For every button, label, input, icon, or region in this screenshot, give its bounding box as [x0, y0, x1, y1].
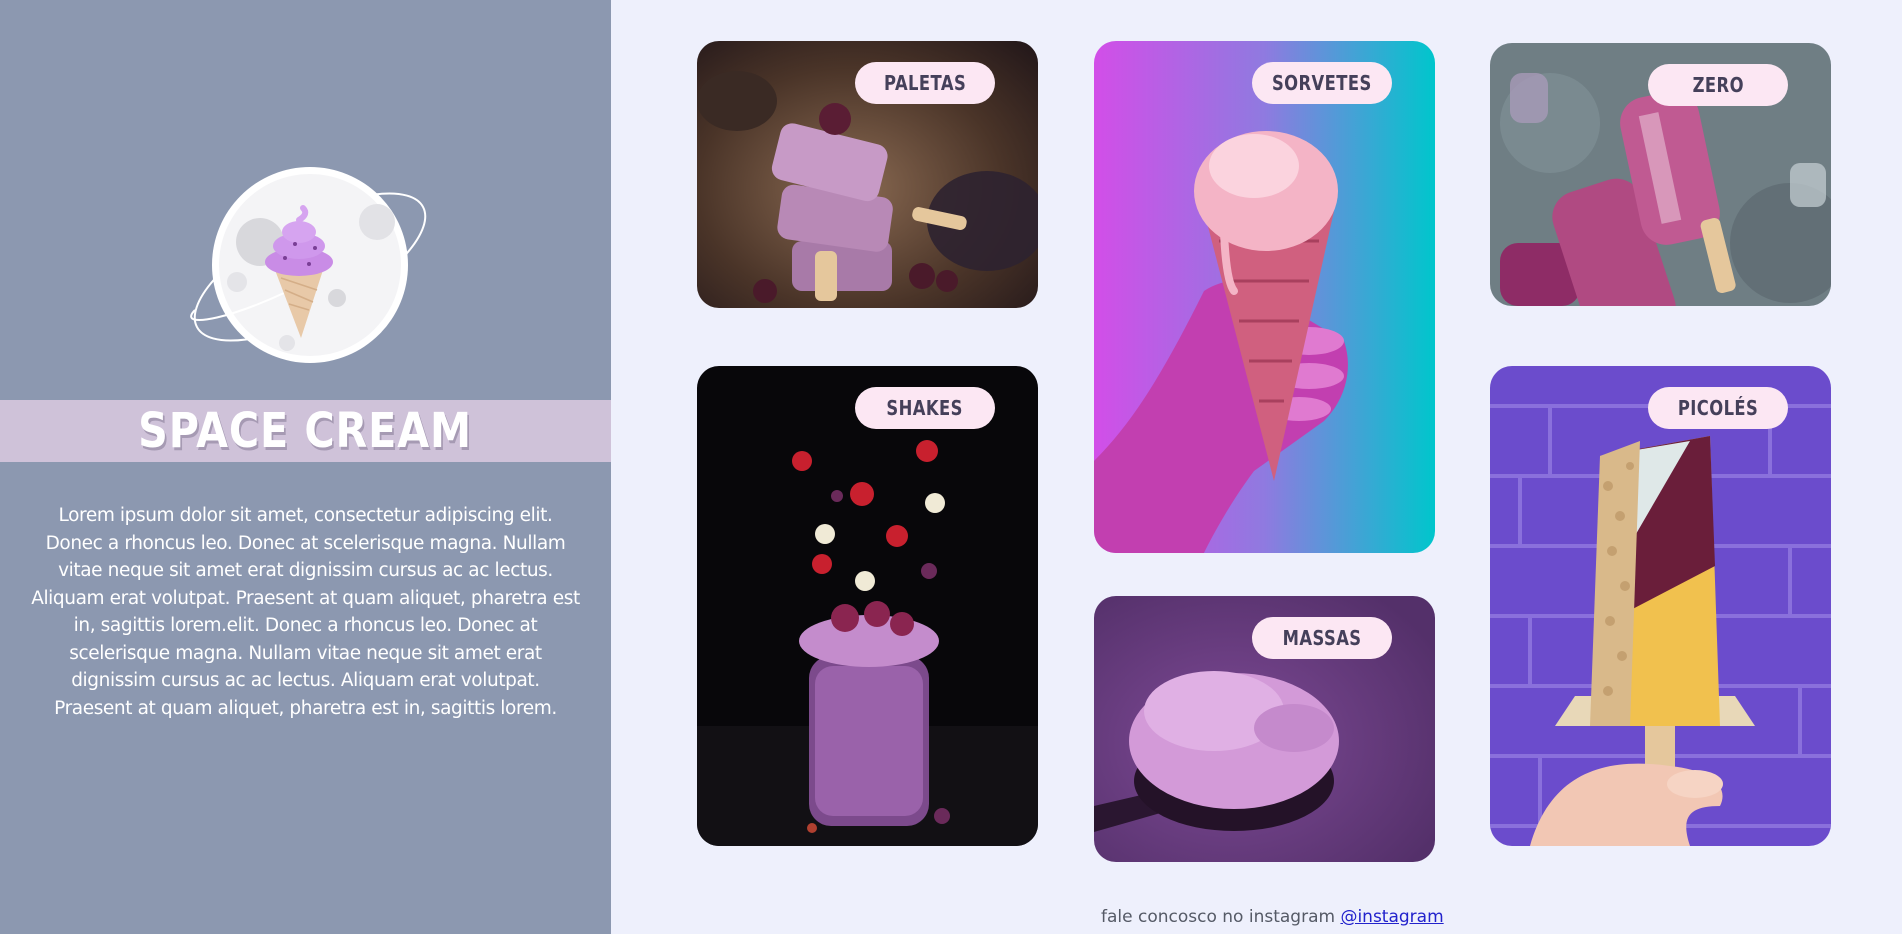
card-massas[interactable]: MASSAS: [1094, 596, 1435, 862]
card-label-sorvetes: SORVETES: [1252, 62, 1392, 104]
card-label-picoles: PICOLÉS: [1648, 387, 1788, 429]
shakes-photo: [697, 366, 1038, 846]
picoles-photo: [1490, 366, 1831, 846]
card-picoles[interactable]: PICOLÉS: [1490, 366, 1831, 846]
brand-title: SPACE CREAM: [138, 403, 473, 459]
footer-text: fale concosco no instagram: [1101, 907, 1341, 927]
card-label-zero: ZERO: [1648, 64, 1788, 106]
footer: fale concosco no instagram @instagram: [1101, 907, 1444, 927]
brand-banner: SPACE CREAM: [0, 400, 611, 462]
card-label-paletas: PALETAS: [855, 62, 995, 104]
sorvetes-photo: [1094, 41, 1435, 553]
instagram-link[interactable]: @instagram: [1340, 907, 1443, 927]
card-paletas[interactable]: PALETAS: [697, 41, 1038, 308]
card-label-massas: MASSAS: [1252, 617, 1392, 659]
card-label-shakes: SHAKES: [855, 387, 995, 429]
card-zero[interactable]: ZERO: [1490, 43, 1831, 306]
sidebar: SPACE CREAM Lorem ipsum dolor sit amet, …: [0, 0, 611, 934]
card-shakes[interactable]: SHAKES: [697, 366, 1038, 846]
brand-description: Lorem ipsum dolor sit amet, consectetur …: [31, 505, 580, 719]
card-sorvetes[interactable]: SORVETES: [1094, 41, 1435, 553]
planet-ice-cream-icon: [190, 167, 427, 363]
